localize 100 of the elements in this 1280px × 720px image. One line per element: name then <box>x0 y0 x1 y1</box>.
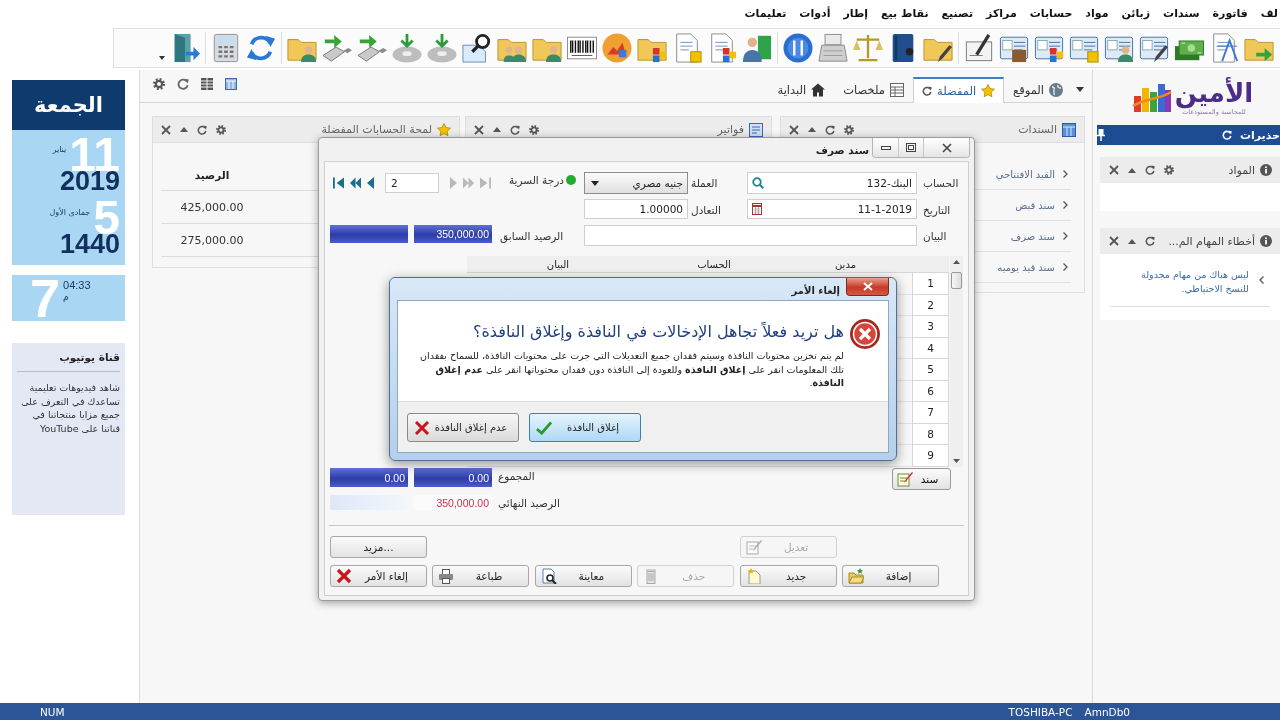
pen-paper-icon[interactable] <box>964 33 994 63</box>
action-button[interactable]: إضافة <box>842 565 939 587</box>
voucher-button[interactable]: سند <box>892 468 951 490</box>
restore-icon <box>906 143 916 152</box>
refresh-icon[interactable] <box>177 77 189 90</box>
pin-icon[interactable] <box>1097 129 1105 141</box>
list-item[interactable]: القيد الافتتاحي <box>995 168 1055 180</box>
cash-register-icon[interactable] <box>818 33 848 63</box>
list-item[interactable]: سند قيد يوميه <box>997 261 1055 273</box>
list-item[interactable]: سند قبض <box>1015 199 1055 211</box>
settings-icon[interactable] <box>1164 165 1174 175</box>
table-icon[interactable] <box>225 77 237 90</box>
close-icon[interactable] <box>161 124 171 135</box>
scroll-down-icon[interactable] <box>953 459 960 463</box>
chevron-icon <box>1063 263 1068 271</box>
tab[interactable]: البداية <box>768 77 835 102</box>
collapse-icon[interactable] <box>1128 238 1136 244</box>
caret-icon[interactable] <box>1076 87 1084 92</box>
calendar-icon[interactable] <box>752 203 762 215</box>
close-icon[interactable] <box>474 124 484 135</box>
row-number: 6 <box>912 380 949 402</box>
currency-dropdown[interactable]: جنيه مصري <box>584 172 688 194</box>
record-field[interactable]: 2 <box>385 173 439 193</box>
dialog-button[interactable]: عدم إغلاق النافذة <box>407 413 519 442</box>
exchange-rate-field[interactable]: 1.00000 <box>584 199 688 219</box>
first-icon[interactable] <box>333 177 344 189</box>
collapse-icon[interactable] <box>180 127 188 132</box>
caret-icon[interactable] <box>159 56 165 60</box>
magnifier-sheet-icon[interactable] <box>462 33 492 63</box>
restore-button[interactable] <box>898 138 923 157</box>
close-icon[interactable] <box>1109 236 1119 246</box>
action-button[interactable]: إلغاء الأمر <box>330 565 428 587</box>
settings-icon[interactable] <box>153 77 165 90</box>
refresh-icon[interactable] <box>921 86 932 96</box>
settings-icon[interactable] <box>216 124 226 135</box>
columns-icon[interactable] <box>201 77 213 90</box>
usb-drive-arrow-icon[interactable] <box>357 33 387 63</box>
previous-icon[interactable] <box>367 177 374 189</box>
menu-item[interactable]: مواد <box>1085 6 1109 20</box>
magnifier-document-icon <box>540 568 557 584</box>
collapse-icon[interactable] <box>493 127 501 132</box>
menu-item[interactable]: سندات <box>1163 6 1200 20</box>
search-icon[interactable] <box>752 177 764 189</box>
action-button[interactable]: طباعة <box>432 565 530 587</box>
pause-icon[interactable] <box>783 33 813 63</box>
balance-scale-icon[interactable] <box>853 33 883 63</box>
close-button[interactable] <box>846 278 889 296</box>
column-header: الحساب <box>697 258 731 270</box>
tab[interactable]: الموقع <box>1004 77 1072 102</box>
scroll-up-icon[interactable] <box>953 260 960 264</box>
settings-icon[interactable] <box>529 124 539 135</box>
document-icon <box>749 122 763 137</box>
action-button[interactable]: مزيد... <box>330 536 428 558</box>
menu-item[interactable]: تصنيع <box>941 6 974 20</box>
calculator-icon[interactable] <box>211 33 241 63</box>
field-label: العملة <box>691 177 718 189</box>
usb-drive-arrow-icon[interactable] <box>322 33 352 63</box>
description-field[interactable] <box>584 225 917 246</box>
date-field[interactable]: 11-1-2019 <box>747 199 917 219</box>
dialog-question: هل تريد فعلاً تجاهل الإدخالات في النافذة وإغلاق النافذة؟ <box>471 322 844 341</box>
account-field[interactable]: 132-البنك <box>747 172 917 194</box>
edit-form-icon <box>897 471 913 487</box>
scrollbar[interactable] <box>950 256 963 467</box>
action-button[interactable]: جديد <box>739 565 837 587</box>
action-button[interactable]: معاينة <box>534 565 632 587</box>
menu-item[interactable]: تعليمات <box>744 6 787 20</box>
rewind-icon[interactable] <box>350 177 361 189</box>
dialog-button[interactable]: إغلاق النافذة <box>529 413 641 442</box>
menu-item[interactable]: لف <box>1260 6 1278 20</box>
menu-item[interactable]: فاتورة <box>1212 6 1248 20</box>
status-text: AmnDb0 <box>1084 705 1130 718</box>
sync-icon[interactable] <box>246 33 276 63</box>
list-item[interactable]: سند صرف <box>1010 230 1055 242</box>
refresh-icon[interactable] <box>1145 236 1155 246</box>
logo-text: الأمين <box>1174 77 1254 108</box>
refresh-icon[interactable] <box>197 124 207 135</box>
chart-badge-icon[interactable] <box>602 33 632 63</box>
tab[interactable]: المفضلة <box>912 77 1005 103</box>
printer-icon <box>438 568 455 584</box>
refresh-icon[interactable] <box>1145 165 1155 175</box>
menu-item[interactable]: حسابات <box>1029 6 1073 20</box>
collapse-icon[interactable] <box>1128 167 1136 173</box>
menu-item[interactable]: مراكز <box>986 6 1017 20</box>
close-icon[interactable] <box>789 124 799 135</box>
disc-arrow-icon[interactable] <box>427 33 457 63</box>
tab[interactable]: ملخصات <box>834 77 913 102</box>
scroll-thumb[interactable] <box>951 272 962 289</box>
close-icon[interactable] <box>1109 165 1119 175</box>
collapse-icon[interactable] <box>808 127 816 132</box>
menu-item[interactable]: نقاط بيع <box>881 6 929 20</box>
disc-arrow-icon[interactable] <box>392 33 422 63</box>
refresh-icon[interactable] <box>825 124 835 135</box>
refresh-icon[interactable] <box>510 124 520 135</box>
person-book-icon[interactable] <box>742 33 772 63</box>
settings-icon[interactable] <box>844 124 854 135</box>
minimize-button[interactable] <box>873 138 898 157</box>
menu-item[interactable]: أدوات <box>799 6 831 20</box>
menu-item[interactable]: زبائن <box>1121 6 1151 20</box>
menu-item[interactable]: إطار <box>843 6 869 20</box>
star-icon <box>981 84 996 98</box>
